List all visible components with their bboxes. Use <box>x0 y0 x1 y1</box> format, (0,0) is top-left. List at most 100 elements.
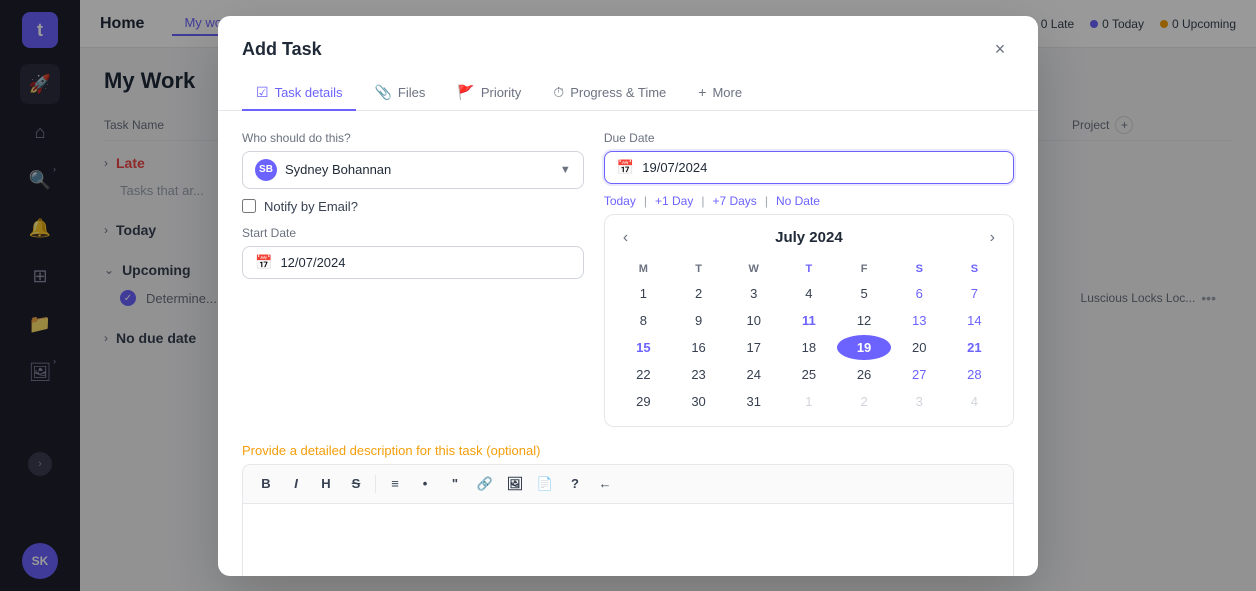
cal-day-21[interactable]: 21 <box>948 335 1001 360</box>
cal-day-16[interactable]: 16 <box>672 335 725 360</box>
cal-day-30[interactable]: 30 <box>672 389 725 414</box>
cal-day-18[interactable]: 18 <box>782 335 835 360</box>
cal-header-w: W <box>727 259 780 279</box>
date-shortcuts: Today | +1 Day | +7 Days | No Date <box>604 194 1014 208</box>
tab-task-details[interactable]: ☑ Task details <box>242 76 356 111</box>
notify-checkbox[interactable] <box>242 199 256 213</box>
cal-day-1[interactable]: 1 <box>617 281 670 306</box>
editor-quote[interactable]: " <box>442 471 468 497</box>
modal-tabs: ☑ Task details 📎 Files 🚩 Priority ⏱ Prog… <box>218 64 1038 111</box>
editor-content[interactable] <box>242 504 1014 576</box>
shortcut-no-date[interactable]: No Date <box>776 194 820 208</box>
cal-day-12[interactable]: 12 <box>837 308 890 333</box>
cal-day-8[interactable]: 8 <box>617 308 670 333</box>
editor-heading[interactable]: H <box>313 471 339 497</box>
notify-label: Notify by Email? <box>264 199 358 214</box>
notify-row: Notify by Email? <box>242 199 584 214</box>
shortcut-plus1day[interactable]: +1 Day <box>655 194 693 208</box>
description-label: Provide a detailed description for this … <box>242 443 1014 458</box>
cal-day-23[interactable]: 23 <box>672 362 725 387</box>
tab-more[interactable]: + More <box>684 76 756 110</box>
cal-day-13[interactable]: 13 <box>893 308 946 333</box>
form-left: Who should do this? SB Sydney Bohannan ▼… <box>242 131 584 279</box>
cal-day-31[interactable]: 31 <box>727 389 780 414</box>
cal-day-9[interactable]: 9 <box>672 308 725 333</box>
priority-icon: 🚩 <box>457 84 474 101</box>
calendar-title: July 2024 <box>775 229 843 246</box>
cal-day-4[interactable]: 4 <box>782 281 835 306</box>
cal-day-11[interactable]: 11 <box>782 308 835 333</box>
modal-title: Add Task <box>242 39 322 60</box>
start-date-value: 12/07/2024 <box>280 255 570 270</box>
cal-day-aug1[interactable]: 1 <box>782 389 835 414</box>
cal-day-22[interactable]: 22 <box>617 362 670 387</box>
cal-day-aug2[interactable]: 2 <box>837 389 890 414</box>
cal-day-6[interactable]: 6 <box>893 281 946 306</box>
cal-header-s1: S <box>893 259 946 279</box>
cal-day-5[interactable]: 5 <box>837 281 890 306</box>
modal-close-button[interactable]: × <box>986 36 1014 64</box>
start-date-input[interactable]: 📅 12/07/2024 <box>242 246 584 279</box>
assignee-group: Who should do this? SB Sydney Bohannan ▼… <box>242 131 584 214</box>
editor-help[interactable]: ? <box>562 471 588 497</box>
editor-bold[interactable]: B <box>253 471 279 497</box>
cal-day-15[interactable]: 15 <box>617 335 670 360</box>
editor-strikethrough[interactable]: S <box>343 471 369 497</box>
shortcut-plus7days[interactable]: +7 Days <box>712 194 756 208</box>
cal-day-28[interactable]: 28 <box>948 362 1001 387</box>
editor-divider-1 <box>375 475 376 493</box>
start-date-group: Start Date 📅 12/07/2024 <box>242 226 584 279</box>
cal-day-29[interactable]: 29 <box>617 389 670 414</box>
cal-day-aug3[interactable]: 3 <box>893 389 946 414</box>
calendar-header: ‹ July 2024 › <box>617 227 1001 249</box>
calendar-grid: M T W T F S S 1 2 3 4 5 <box>617 259 1001 414</box>
cal-day-17[interactable]: 17 <box>727 335 780 360</box>
modal-header: Add Task × <box>218 16 1038 64</box>
cal-day-20[interactable]: 20 <box>893 335 946 360</box>
calendar-next-btn[interactable]: › <box>984 227 1001 249</box>
files-icon: 📎 <box>374 84 391 101</box>
cal-day-19[interactable]: 19 <box>837 335 890 360</box>
due-date-input[interactable]: 📅 19/07/2024 <box>604 151 1014 184</box>
progress-icon: ⏱ <box>553 84 564 101</box>
start-date-label: Start Date <box>242 226 584 240</box>
cal-day-7[interactable]: 7 <box>948 281 1001 306</box>
cal-day-3[interactable]: 3 <box>727 281 780 306</box>
assignee-avatar: SB <box>255 159 277 181</box>
tab-progress-time[interactable]: ⏱ Progress & Time <box>539 76 680 111</box>
cal-day-26[interactable]: 26 <box>837 362 890 387</box>
cal-day-27[interactable]: 27 <box>893 362 946 387</box>
editor-link[interactable]: 🔗 <box>472 471 498 497</box>
due-date-group: Due Date 📅 19/07/2024 Today | +1 Day | +… <box>604 131 1014 208</box>
due-date-label: Due Date <box>604 131 1014 145</box>
modal-body: Who should do this? SB Sydney Bohannan ▼… <box>218 111 1038 576</box>
editor-toolbar: B I H S ≡ • " 🔗 🖼 📄 ? ← <box>242 464 1014 504</box>
cal-day-aug4[interactable]: 4 <box>948 389 1001 414</box>
shortcut-today[interactable]: Today <box>604 194 636 208</box>
cal-day-2[interactable]: 2 <box>672 281 725 306</box>
start-date-calendar-icon: 📅 <box>255 254 272 271</box>
due-date-calendar-icon: 📅 <box>617 159 634 176</box>
tab-files[interactable]: 📎 Files <box>360 76 439 111</box>
editor-unordered-list[interactable]: • <box>412 471 438 497</box>
calendar-prev-btn[interactable]: ‹ <box>617 227 634 249</box>
editor-doc[interactable]: 📄 <box>532 471 558 497</box>
tab-priority[interactable]: 🚩 Priority <box>443 76 535 111</box>
editor-image[interactable]: 🖼 <box>502 471 528 497</box>
cal-day-24[interactable]: 24 <box>727 362 780 387</box>
cal-day-10[interactable]: 10 <box>727 308 780 333</box>
cal-day-25[interactable]: 25 <box>782 362 835 387</box>
calendar: ‹ July 2024 › M T W T F S S <box>604 214 1014 427</box>
modal-overlay: Add Task × ☑ Task details 📎 Files 🚩 Prio… <box>0 0 1256 591</box>
description-optional: (optional) <box>486 443 540 458</box>
editor-ordered-list[interactable]: ≡ <box>382 471 408 497</box>
cal-header-m: M <box>617 259 670 279</box>
description-section: Provide a detailed description for this … <box>242 443 1014 576</box>
editor-italic[interactable]: I <box>283 471 309 497</box>
cal-header-f: F <box>837 259 890 279</box>
cal-header-t2: T <box>782 259 835 279</box>
assignee-select[interactable]: SB Sydney Bohannan ▼ <box>242 151 584 189</box>
task-details-icon: ☑ <box>256 84 269 101</box>
editor-back[interactable]: ← <box>592 471 618 497</box>
cal-day-14[interactable]: 14 <box>948 308 1001 333</box>
